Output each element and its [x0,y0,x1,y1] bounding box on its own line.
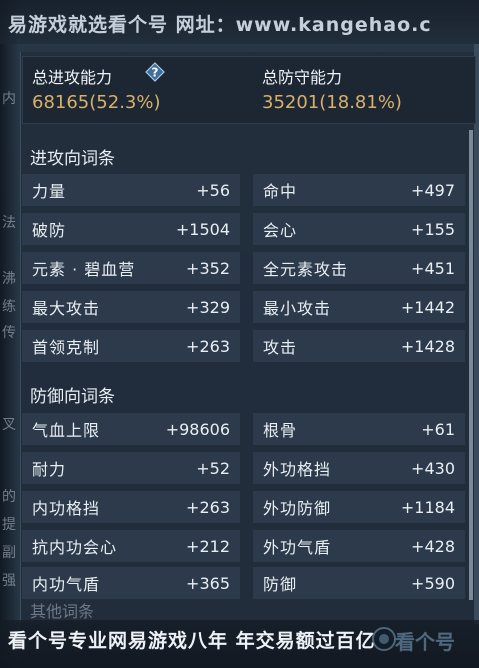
stat-name: 气血上限 [32,421,101,440]
stat-name: 元素 · 碧血营 [32,260,136,279]
stat-name: 最小攻击 [263,299,332,318]
help-diamond-icon[interactable]: ? [145,62,165,82]
stat-name: 首领克制 [32,338,101,357]
defense-stat-row: 内功气盾 +365 [22,567,240,599]
attack-stat-row: 会心 +155 [253,213,465,245]
other-section-title: 其他词条 [30,602,95,621]
stat-value: +430 [411,458,455,478]
stat-value: +263 [186,497,230,517]
stat-name: 全元素攻击 [263,260,349,279]
left-strip-char: 的 [2,489,16,505]
stat-value: +365 [186,573,230,593]
stat-name: 抗内功会心 [32,538,118,557]
attack-stat-row: 最小攻击 +1442 [253,291,465,323]
stat-value: +1504 [175,219,230,239]
defense-stat-row: 抗内功会心 +212 [22,530,240,562]
defense-stat-row: 外功气盾 +428 [253,530,465,562]
stat-value: +155 [411,219,455,239]
stat-name: 内功气盾 [32,575,101,594]
defense-stat-row: 内功格挡 +263 [22,491,240,523]
stat-value: +590 [411,573,455,593]
panel-frame-edge [474,44,479,624]
defense-stat-row: 气血上限 +98606 [22,413,240,445]
stat-value: +497 [411,180,455,200]
attack-stat-row: 攻击 +1428 [253,330,465,362]
total-attack-label: 总进攻能力 [32,68,113,87]
left-strip-char: 内 [2,91,16,107]
stat-name: 最大攻击 [32,299,101,318]
stat-value: +329 [186,297,230,317]
total-defense-value: 35201(18.81%) [262,92,402,113]
stat-value: +212 [186,536,230,556]
stat-name: 命中 [263,182,298,201]
total-defense-label: 总防守能力 [262,68,343,87]
left-strip-char: 强 [2,573,16,589]
defense-stat-row: 耐力 +52 [22,452,240,484]
stat-name: 根骨 [263,421,298,440]
stat-value: +98606 [165,419,230,439]
left-strip-char: 叉 [2,417,16,433]
stat-name: 内功格挡 [32,499,101,518]
stat-value: +56 [196,180,230,200]
scrollbar-thumb[interactable] [469,130,473,600]
left-strip-char: 沸 [2,271,16,287]
svg-text:?: ? [152,66,159,80]
defense-stat-row: 根骨 +61 [253,413,465,445]
watermark-bottom-text: 看个号专业网易游戏八年 年交易额过百亿 [8,630,376,652]
stat-value: +1184 [400,497,455,517]
total-attack-value: 68165(52.3%) [32,92,161,113]
stat-value: +61 [421,419,455,439]
watermark-logo-text: 看个号 [395,630,455,654]
stat-value: +451 [411,258,455,278]
left-strip-char: 提 [2,517,16,533]
attack-stat-row: 命中 +497 [253,174,465,206]
watermark-top-text: 易游戏就选看个号 网址：www.kangehao.c [8,14,432,36]
stat-name: 会心 [263,221,298,240]
stat-value: +263 [186,336,230,356]
defense-stat-row: 外功防御 +1184 [253,491,465,523]
attack-stat-row: 全元素攻击 +451 [253,252,465,284]
stat-value: +428 [411,536,455,556]
left-strip-char: 传 [2,325,16,341]
stat-name: 外功防御 [263,499,332,518]
attack-stat-row: 元素 · 碧血营 +352 [22,252,240,284]
defense-section-title: 防御向词条 [30,387,115,407]
defense-stat-row: 防御 +590 [253,567,465,599]
stat-name: 外功气盾 [263,538,332,557]
left-strip-char: 练 [2,299,16,315]
attack-stat-row: 最大攻击 +329 [22,291,240,323]
stat-name: 力量 [32,182,67,201]
stat-value: +52 [196,458,230,478]
left-strip-char: 法 [2,215,16,231]
watermark-top-banner: 易游戏就选看个号 网址：www.kangehao.c [0,0,479,44]
attack-stat-row: 破防 +1504 [22,213,240,245]
defense-stat-row: 外功格挡 +430 [253,452,465,484]
stat-name: 攻击 [263,338,298,357]
stat-name: 外功格挡 [263,460,332,479]
background-left-strip: 内 法 沸 练 传 叉 的 提 副 强 [0,0,20,668]
stat-value: +1428 [400,336,455,356]
stat-value: +1442 [400,297,455,317]
stat-name: 耐力 [32,460,67,479]
stat-value: +352 [186,258,230,278]
stat-name: 破防 [32,221,67,240]
stat-name: 防御 [263,575,298,594]
attack-section-title: 进攻向词条 [30,149,115,169]
attack-stat-row: 首领克制 +263 [22,330,240,362]
left-strip-char: 副 [2,545,16,561]
attack-stat-row: 力量 +56 [22,174,240,206]
